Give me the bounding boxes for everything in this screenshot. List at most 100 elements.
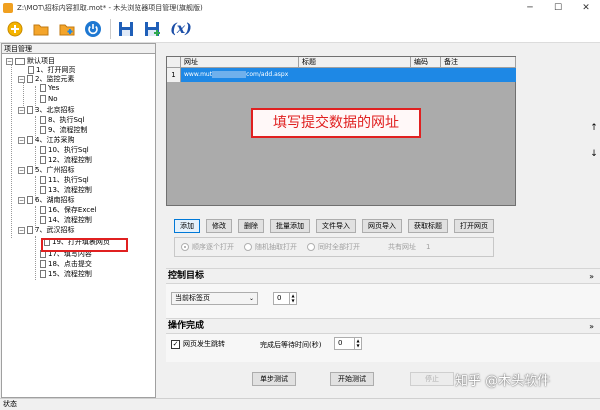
- tree-line: [35, 236, 36, 280]
- open-mode-group: 顺序逐个打开 随机抽取打开 同时全部打开 共有网址 1: [174, 237, 494, 257]
- tree-label: 18、点击提交: [48, 260, 92, 268]
- control-target-body: 当前标签页 ⌄ 0 ▲ ▼: [166, 284, 600, 318]
- collapse-icon[interactable]: −: [18, 75, 25, 83]
- tree-node[interactable]: − 6、湖南招标: [18, 195, 74, 205]
- folder-icon: [15, 57, 25, 65]
- document-icon: [40, 216, 46, 224]
- step-test-button[interactable]: 单步测试: [252, 372, 296, 386]
- tree-node[interactable]: No: [40, 94, 58, 104]
- tree-node[interactable]: 12、流程控制: [40, 155, 92, 165]
- stepper-arrows-icon[interactable]: ▲ ▼: [354, 338, 361, 349]
- column-header-title[interactable]: 标题: [299, 57, 411, 68]
- batch-add-button[interactable]: 批量添加: [270, 219, 310, 233]
- tree-line: [11, 60, 12, 238]
- tree-node[interactable]: − 3、北京招标: [18, 105, 74, 115]
- document-icon: [27, 136, 33, 144]
- start-test-button[interactable]: 开始测试: [330, 372, 374, 386]
- section-completion[interactable]: 操作完成 »: [166, 318, 600, 334]
- add-folder-icon: [59, 24, 75, 35]
- column-header-code[interactable]: 编码: [411, 57, 441, 68]
- collapse-icon[interactable]: −: [18, 136, 25, 144]
- web-import-button[interactable]: 网页导入: [362, 219, 402, 233]
- tree-node[interactable]: 13、流程控制: [40, 185, 92, 195]
- wait-time-stepper[interactable]: 0 ▲ ▼: [334, 337, 362, 350]
- save-as-button[interactable]: [141, 18, 163, 40]
- collapse-icon[interactable]: −: [18, 106, 25, 114]
- open-page-button[interactable]: 打开网页: [454, 219, 494, 233]
- url-count-label: 共有网址: [388, 243, 416, 251]
- properties-panel: 网址 标题 编码 备注 1 www.mut com/add.aspx 填写提交数据…: [166, 43, 600, 398]
- radio-sequential[interactable]: 顺序逐个打开: [181, 242, 234, 252]
- highlight-box: [41, 238, 128, 252]
- move-up-button[interactable]: ↑: [588, 123, 600, 135]
- url-grid[interactable]: 网址 标题 编码 备注 1 www.mut com/add.aspx 填写提交数据…: [166, 56, 516, 206]
- url-count-value: 1: [426, 243, 431, 251]
- tree-node[interactable]: 8、执行Sql: [40, 115, 84, 125]
- close-button[interactable]: ✕: [572, 0, 600, 15]
- completion-body: ✓ 网页发生跳转 完成后等待时间(秒) 0 ▲ ▼: [166, 334, 600, 362]
- tree-node[interactable]: 14、流程控制: [40, 215, 92, 225]
- stepper-arrows-icon[interactable]: ▲ ▼: [289, 293, 296, 304]
- url-prefix: www.mut: [184, 71, 213, 78]
- power-button[interactable]: [82, 18, 104, 40]
- tree-node[interactable]: 18、点击提交: [40, 259, 92, 269]
- move-down-button[interactable]: ↓: [588, 149, 600, 161]
- tree-node[interactable]: − 4、江苏采购: [18, 135, 74, 145]
- tree-node[interactable]: 10、执行Sql: [40, 145, 89, 155]
- radio-random[interactable]: 随机抽取打开: [244, 242, 297, 252]
- document-icon: [40, 270, 46, 278]
- document-icon: [40, 176, 46, 184]
- collapse-icon[interactable]: −: [18, 196, 25, 204]
- column-header-note[interactable]: 备注: [441, 57, 516, 68]
- column-header-url[interactable]: 网址: [181, 57, 299, 68]
- radio-all[interactable]: 同时全部打开: [307, 242, 360, 252]
- tree-label: 6、湖南招标: [35, 196, 75, 204]
- variable-icon: (x): [170, 20, 192, 37]
- tree-node[interactable]: − 5、广州招标: [18, 165, 74, 175]
- tree-node[interactable]: − 7、武汉招标: [18, 225, 74, 235]
- target-tab-select[interactable]: 当前标签页 ⌄: [171, 292, 258, 305]
- collapse-icon[interactable]: −: [18, 166, 25, 174]
- stepper-value: 0: [338, 339, 343, 347]
- tree-node[interactable]: 15、流程控制: [40, 269, 92, 279]
- row-number: 1: [167, 68, 181, 82]
- page-jump-checkbox-row[interactable]: ✓ 网页发生跳转: [171, 339, 225, 349]
- cell-code[interactable]: [411, 68, 441, 82]
- cell-note[interactable]: [441, 68, 516, 82]
- save-icon: [119, 21, 133, 36]
- collapse-icon[interactable]: −: [18, 226, 25, 234]
- tree-node[interactable]: Yes: [40, 83, 59, 93]
- edit-button[interactable]: 修改: [206, 219, 232, 233]
- tree-node[interactable]: 9、流程控制: [40, 125, 87, 135]
- add-button[interactable]: 添加: [174, 219, 200, 233]
- new-project-button[interactable]: [4, 18, 26, 40]
- get-title-button[interactable]: 获取标题: [408, 219, 448, 233]
- tree-node[interactable]: 11、执行Sql: [40, 175, 89, 185]
- collapse-section-icon[interactable]: »: [589, 319, 594, 334]
- cell-url[interactable]: www.mut com/add.aspx: [181, 68, 299, 82]
- tree-label: 7、武汉招标: [35, 226, 75, 234]
- save-button[interactable]: [115, 18, 137, 40]
- file-import-button[interactable]: 文件导入: [316, 219, 356, 233]
- document-icon: [27, 75, 33, 83]
- open-button[interactable]: [30, 18, 52, 40]
- url-suffix: com/add.aspx: [246, 71, 289, 78]
- stop-button[interactable]: 停止: [410, 372, 454, 386]
- cell-title[interactable]: [299, 68, 411, 82]
- section-control-target[interactable]: 控制目标 »: [166, 268, 600, 284]
- tree-label: 16、保存Excel: [48, 206, 97, 214]
- tree-node[interactable]: 16、保存Excel: [40, 205, 96, 215]
- annotation-callout: 填写提交数据的网址: [251, 108, 421, 138]
- collapse-icon[interactable]: −: [6, 57, 13, 65]
- delete-button[interactable]: 删除: [238, 219, 264, 233]
- add-folder-button[interactable]: [56, 18, 78, 40]
- save-as-icon: [145, 21, 160, 36]
- target-index-stepper[interactable]: 0 ▲ ▼: [273, 292, 297, 305]
- radio-label: 随机抽取打开: [255, 243, 297, 251]
- minimize-button[interactable]: ─: [516, 0, 544, 15]
- document-icon: [40, 186, 46, 194]
- collapse-section-icon[interactable]: »: [589, 269, 594, 284]
- maximize-button[interactable]: ☐: [544, 0, 572, 15]
- page-jump-checkbox[interactable]: ✓: [171, 339, 180, 349]
- variable-button[interactable]: (x): [167, 18, 195, 40]
